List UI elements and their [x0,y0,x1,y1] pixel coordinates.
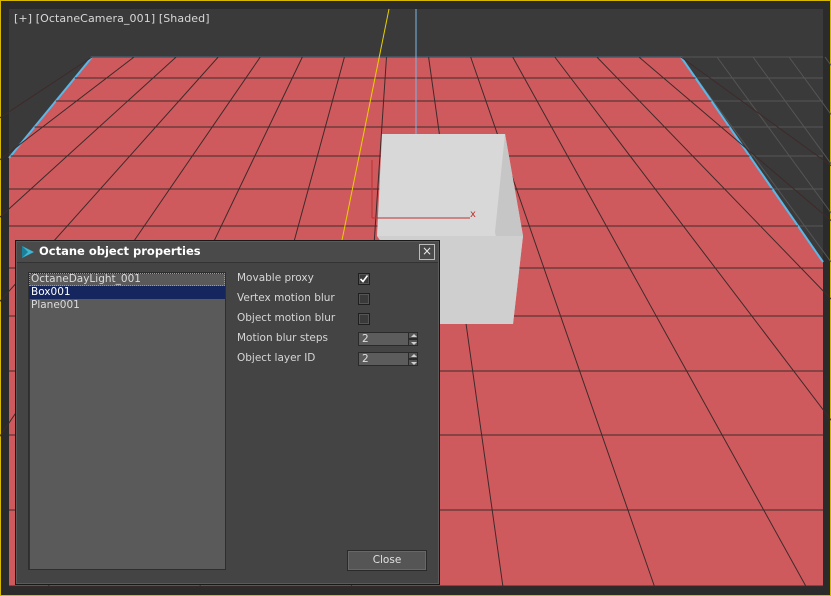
x-axis-label: x [470,209,476,220]
motion-blur-steps-input[interactable]: 2 [358,332,409,346]
3dsmax-app-icon [22,246,34,258]
checkmark-icon [359,275,369,283]
object-layer-id-input[interactable]: 2 [358,352,409,366]
vertex-motion-blur-label: Vertex motion blur [237,292,335,304]
motion-blur-steps-spinner: 2 [358,332,418,346]
list-item[interactable]: OctaneDayLight_001 [29,273,225,286]
object-motion-blur-label: Object motion blur [237,312,336,324]
spinner-arrows [408,332,418,346]
object-layer-id-label: Object layer ID [237,352,316,364]
motion-blur-steps-label: Motion blur steps [237,332,329,344]
dialog-titlebar[interactable]: Octane object properties × [17,242,438,263]
object-layer-id-spinner: 2 [358,352,418,366]
list-item[interactable]: Plane001 [29,299,225,312]
viewport-label[interactable]: [+] [OctaneCamera_001] [Shaded] [14,12,210,25]
list-item-selected[interactable]: Box001 [29,286,225,299]
object-list[interactable]: OctaneDayLight_001 Box001 Plane001 [28,272,226,570]
close-button[interactable]: Close [347,550,427,571]
spinner-up-icon[interactable] [408,332,418,339]
dialog-title: Octane object properties [39,244,201,258]
object-motion-blur-checkbox[interactable] [358,313,370,325]
spinner-down-icon[interactable] [408,359,418,366]
vertex-motion-blur-checkbox[interactable] [358,293,370,305]
close-icon[interactable]: × [419,244,435,260]
movable-proxy-checkbox[interactable] [358,273,370,285]
spinner-down-icon[interactable] [408,339,418,346]
spinner-up-icon[interactable] [408,352,418,359]
movable-proxy-label: Movable proxy [237,272,314,284]
spinner-arrows [408,352,418,366]
octane-object-properties-dialog: Octane object properties × OctaneDayLigh… [15,240,440,585]
